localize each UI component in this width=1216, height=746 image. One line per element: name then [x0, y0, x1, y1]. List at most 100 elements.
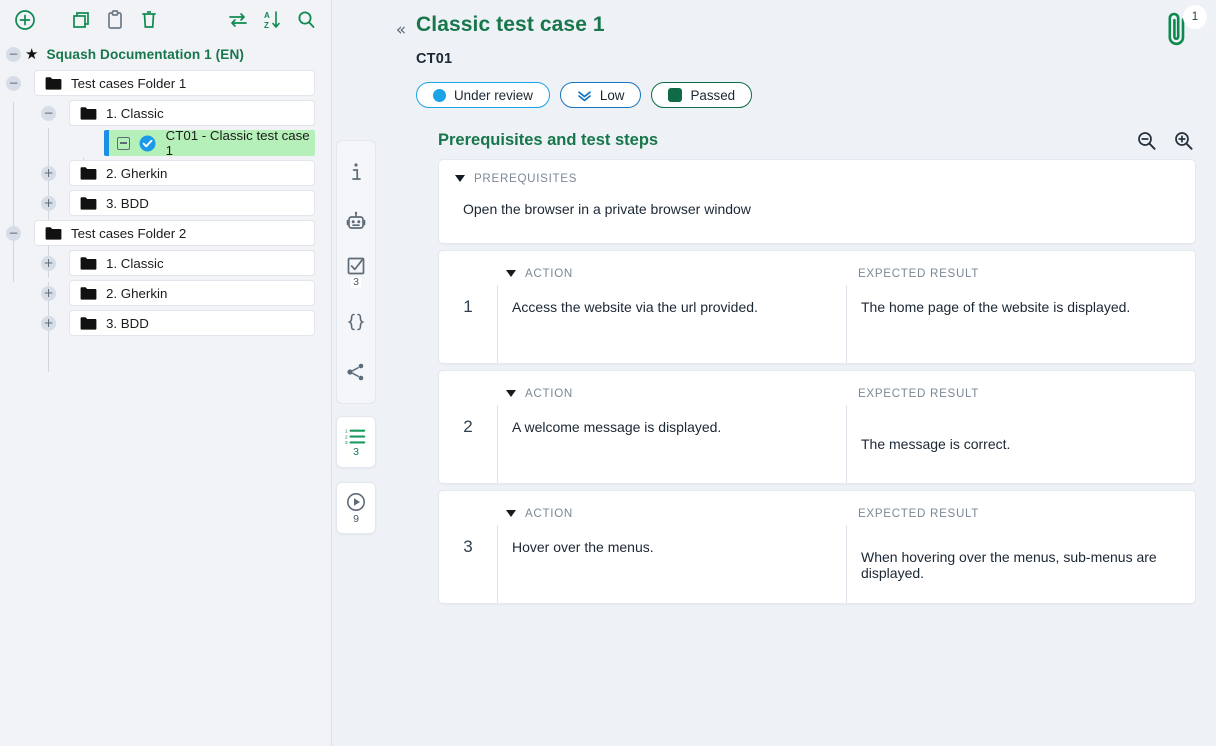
test-steps-tab[interactable]: 1 2 3 3: [336, 416, 376, 468]
tree-node-label: 3. BDD: [106, 316, 149, 331]
tree-node-item[interactable]: 3. BDD: [69, 190, 315, 216]
status-badge-under-review[interactable]: Under review: [416, 82, 550, 108]
test-step-card: 1ACTIONAccess the website via the url pr…: [438, 250, 1196, 364]
tree-indent: [0, 98, 41, 128]
tree-node-label: 1. Classic: [106, 106, 164, 121]
rail-primary-group: 3: [336, 140, 376, 404]
step-action-cell[interactable]: Access the website via the url provided.: [497, 285, 846, 363]
collapse-panel-button[interactable]: «: [386, 10, 416, 40]
tree-node-item[interactable]: 2. Gherkin: [69, 160, 315, 186]
tree-node-toggle[interactable]: +: [41, 256, 56, 271]
search-button[interactable]: [289, 3, 323, 37]
action-column-header: ACTION: [525, 507, 573, 520]
tree-node-toggle[interactable]: −: [6, 76, 21, 91]
paste-button[interactable]: [98, 3, 132, 37]
tree-node-toggle[interactable]: +: [41, 286, 56, 301]
tree-node-item[interactable]: Test cases Folder 2: [34, 220, 315, 246]
action-collapse-caret[interactable]: [506, 390, 516, 397]
executions-badge: 9: [351, 514, 361, 525]
step-number: 2: [439, 371, 497, 483]
expected-result-column-header: EXPECTED RESULT: [858, 507, 979, 520]
test-case-check-icon: [139, 135, 156, 152]
step-action-cell[interactable]: A welcome message is displayed.: [497, 405, 846, 483]
automation-tab[interactable]: [337, 197, 375, 247]
action-collapse-caret[interactable]: [506, 270, 516, 277]
copy-button[interactable]: [64, 3, 98, 37]
tree-node-1-classic[interactable]: − 1. Classic: [0, 98, 323, 128]
zoom-out-icon[interactable]: [1136, 130, 1157, 151]
expected-result-column-header: EXPECTED RESULT: [858, 267, 979, 280]
priority-badge-low[interactable]: Low: [560, 82, 642, 108]
folder-icon: [45, 226, 62, 240]
tree-node-toggle[interactable]: −: [41, 106, 56, 121]
tree-node-item[interactable]: 1. Classic: [69, 250, 315, 276]
step-expected-text: When hovering over the menus, sub-menus …: [861, 549, 1181, 581]
tree-indent: [0, 68, 6, 98]
step-number: 1: [439, 251, 497, 363]
tree-node-item[interactable]: 1. Classic: [69, 100, 315, 126]
add-button[interactable]: [8, 3, 42, 37]
folder-icon: [80, 106, 97, 120]
test-step-row: 3 ACTION Hover over the menus. EXPECTED RES…: [439, 491, 1195, 603]
tree-node-item[interactable]: Test cases Folder 1: [34, 70, 315, 96]
folder-icon: [80, 196, 97, 210]
detail-header: « Classic test case 1 CT01 Under review …: [386, 0, 1200, 108]
action-column-header: ACTION: [525, 387, 573, 400]
execution-status-badge-passed[interactable]: Passed: [651, 82, 752, 108]
tree-node-ct01-classic-test-case-1[interactable]: CT01 - Classic test case 1: [0, 128, 323, 158]
parameters-tab[interactable]: [337, 297, 375, 347]
tree-indent: [0, 188, 41, 218]
tree-node-toggle[interactable]: −: [6, 226, 21, 241]
root-toggle[interactable]: −: [6, 47, 21, 62]
tree-node-toggle[interactable]: +: [41, 166, 56, 181]
test-case-reference: CT01: [416, 51, 1200, 67]
tab-rail: 3 1 2 3 3 9: [332, 0, 380, 746]
steps-content: PREREQUISITES Open the browser in a priv…: [438, 159, 1200, 604]
step-expected-text: The message is correct.: [861, 436, 1010, 452]
test-step-card: 2 ACTION A welcome message is displayed. EX…: [438, 370, 1196, 484]
sort-button[interactable]: AZ: [255, 3, 289, 37]
status-chip-group: Under review Low Passed: [416, 82, 1200, 108]
tree-node-test-cases-folder-1[interactable]: −Test cases Folder 1: [0, 68, 323, 98]
tree-node-label: 2. Gherkin: [106, 286, 167, 301]
step-expected-cell[interactable]: The message is correct.: [846, 405, 1195, 483]
tree-root-row[interactable]: − ★ Squash Documentation 1 (EN): [0, 40, 323, 68]
test-case-detail-panel: 1 « Classic test case 1 CT01 Under revie…: [380, 0, 1216, 746]
step-action-cell[interactable]: Hover over the menus.: [497, 525, 846, 603]
move-button[interactable]: [221, 3, 255, 37]
node-collapse-icon[interactable]: [117, 137, 130, 150]
svg-text:Z: Z: [264, 21, 269, 30]
step-expected-cell[interactable]: The home page of the website is displaye…: [846, 285, 1195, 363]
test-case-tree-sidebar: AZ − ★ Squash Documentation 1 (EN) −Test…: [0, 0, 332, 746]
delete-button[interactable]: [132, 3, 166, 37]
tree-node-toggle[interactable]: +: [41, 196, 56, 211]
tree-node-toggle[interactable]: +: [41, 316, 56, 331]
zoom-in-icon[interactable]: [1173, 130, 1194, 151]
attachments-button[interactable]: 1: [1158, 8, 1202, 52]
tree-node-3-bdd[interactable]: +3. BDD: [0, 308, 323, 338]
tree-node-3-bdd[interactable]: +3. BDD: [0, 188, 323, 218]
step-number: 3: [439, 491, 497, 603]
expected-result-column-header: EXPECTED RESULT: [858, 387, 979, 400]
tree-node-item[interactable]: 2. Gherkin: [69, 280, 315, 306]
status-square-icon: [668, 88, 682, 102]
tree-node-2-gherkin[interactable]: +2. Gherkin: [0, 278, 323, 308]
section-header: Prerequisites and test steps: [438, 130, 1200, 151]
chevrons-down-icon: [577, 89, 592, 102]
tree-node-item[interactable]: 3. BDD: [69, 310, 315, 336]
tree-node-1-classic[interactable]: +1. Classic: [0, 248, 323, 278]
tree-node-label: CT01 - Classic test case 1: [166, 128, 315, 158]
requirements-tab[interactable]: 3: [337, 247, 375, 297]
page-title: Classic test case 1: [416, 13, 1200, 37]
tree-indent: [0, 278, 41, 308]
step-expected-cell[interactable]: When hovering over the menus, sub-menus …: [846, 525, 1195, 603]
tree-node-selected[interactable]: CT01 - Classic test case 1: [104, 130, 315, 156]
linked-items-tab[interactable]: [337, 347, 375, 397]
information-tab[interactable]: [337, 147, 375, 197]
prerequisites-collapse-caret[interactable]: [455, 175, 465, 182]
tree-node-test-cases-folder-2[interactable]: −Test cases Folder 2: [0, 218, 323, 248]
prerequisites-card: PREREQUISITES Open the browser in a priv…: [438, 159, 1196, 244]
tree-node-2-gherkin[interactable]: +2. Gherkin: [0, 158, 323, 188]
action-collapse-caret[interactable]: [506, 510, 516, 517]
executions-tab[interactable]: 9: [336, 482, 376, 534]
